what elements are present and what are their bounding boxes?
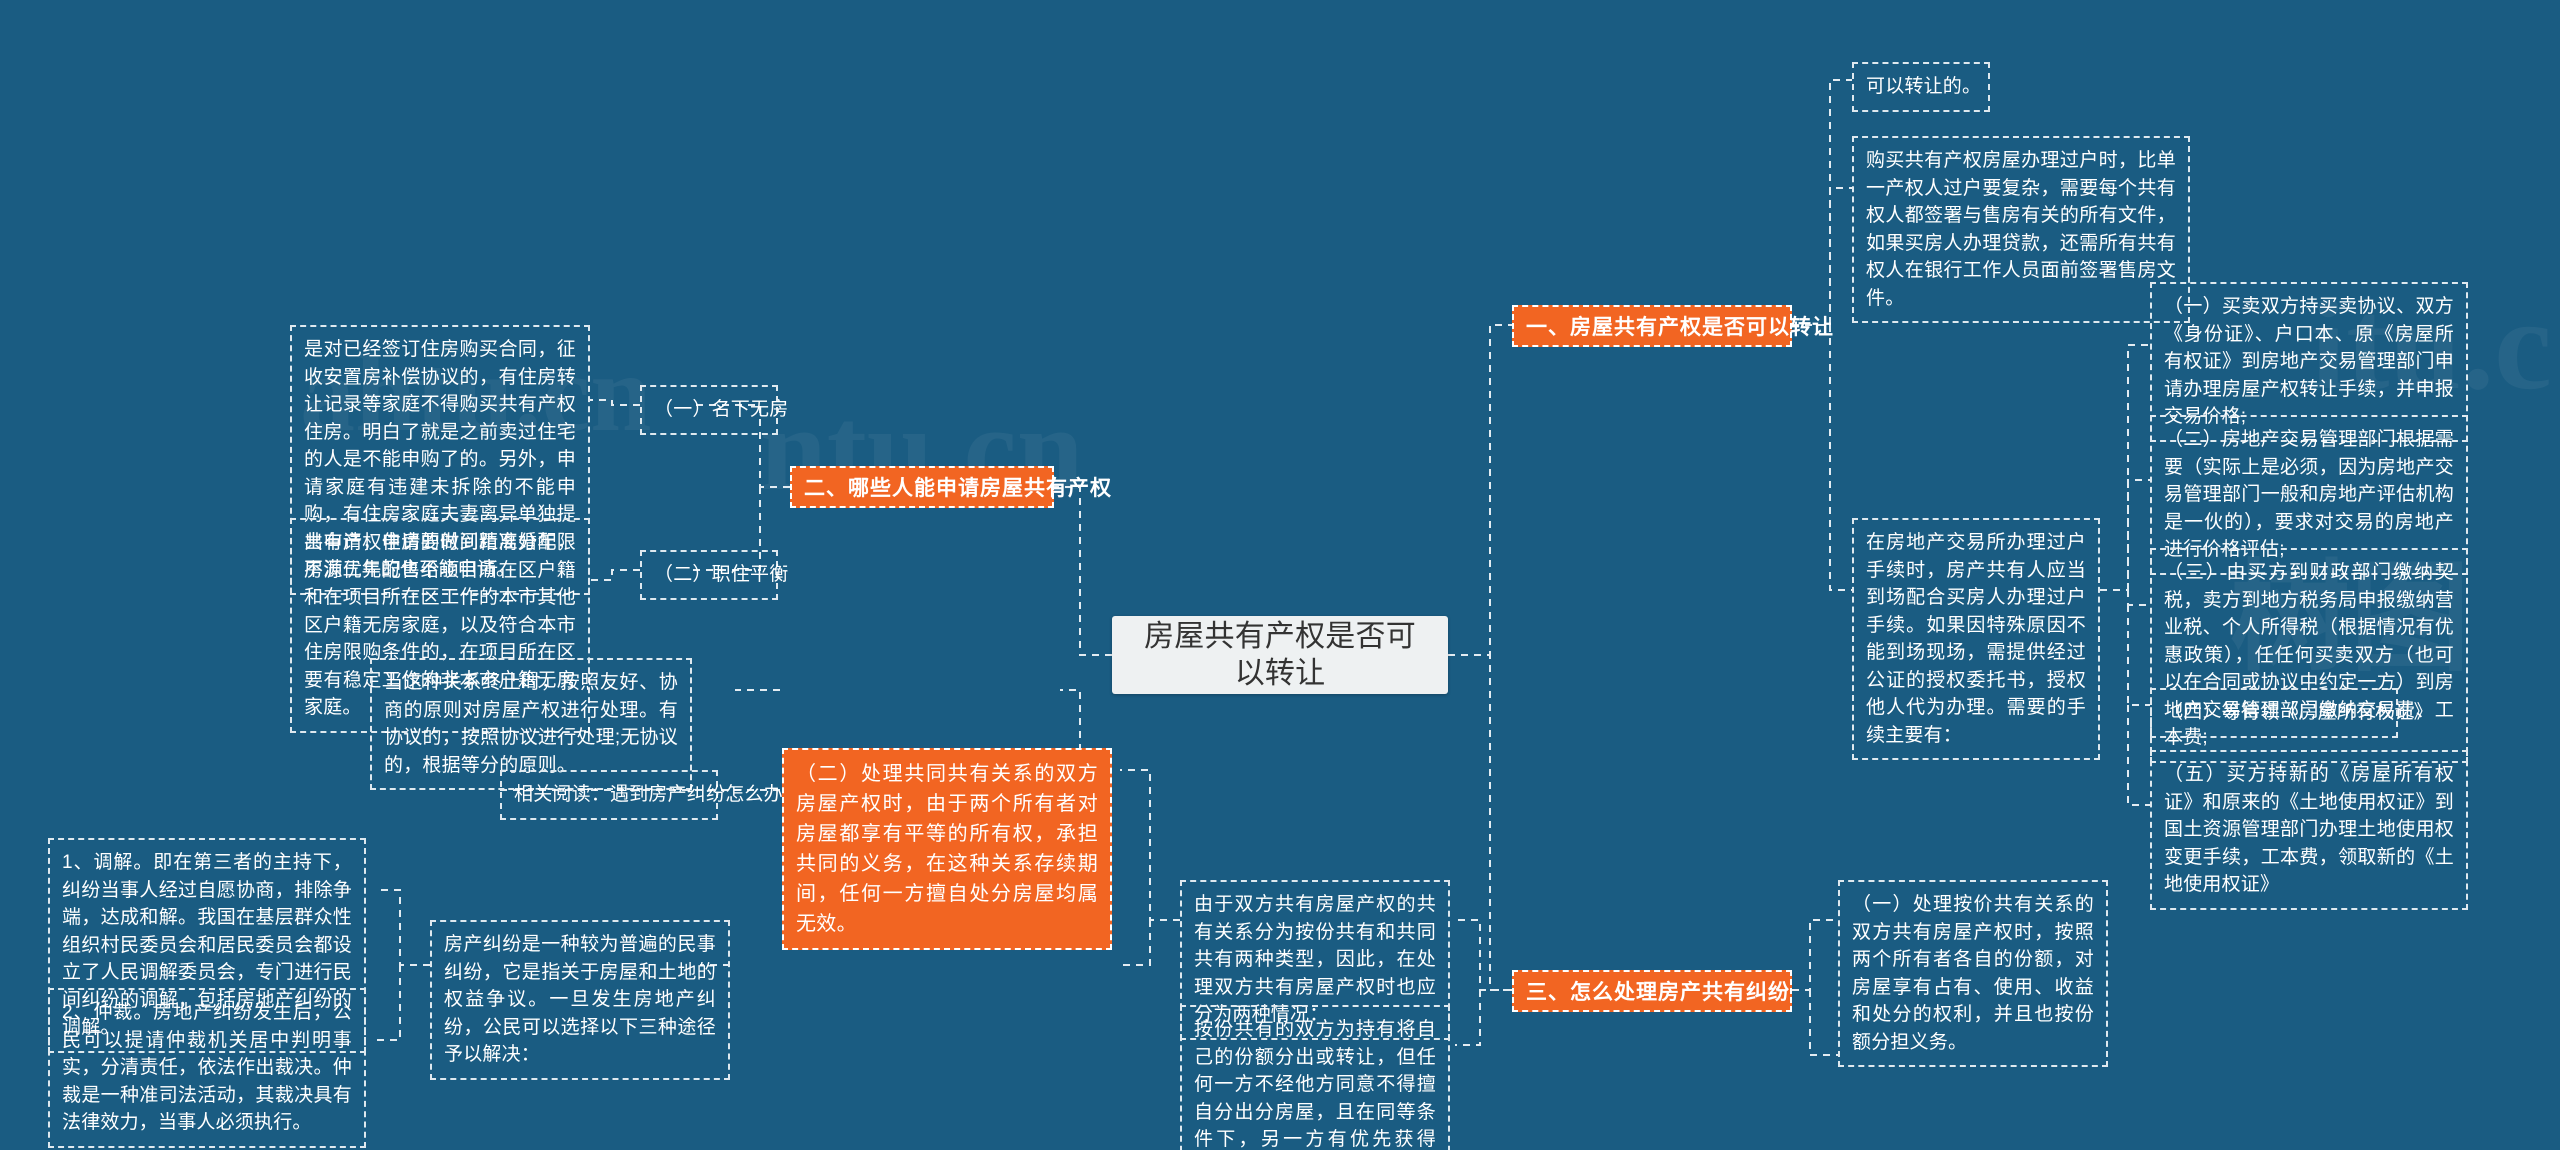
mindmap-canvas: ahtu.cn ntu.cn 树图 itu.c 房屋共有产权是否可以转让 一、房… <box>0 0 2560 1150</box>
node-b3-dispute-intro[interactable]: 房产纠纷是一种较为普遍的民事纠纷，它是指关于房屋和土地的权益争议。一旦发生房地产… <box>430 920 730 1080</box>
branch-heading-1[interactable]: 一、房屋共有产权是否可以转让 <box>1512 305 1833 347</box>
node-b1-answer[interactable]: 可以转让的。 <box>1852 62 1990 112</box>
node-b3-way-2[interactable]: 2、仲裁。房地产纠纷发生后，公民可以提请仲裁机关居中判明事实，分清责任，依法作出… <box>48 988 366 1148</box>
branch-heading-3[interactable]: 三、怎么处理房产共有纠纷 <box>1512 970 1792 1012</box>
node-b3-case-1[interactable]: （一）处理按价共有关系的双方共有房屋产权时，按照两个所有者各自的份额，对房屋享有… <box>1838 880 2108 1068</box>
node-b3-orange-case[interactable]: （二）处理共同共有关系的双方房屋产权时，由于两个所有者对房屋都享有平等的所有权，… <box>782 748 1112 950</box>
branch-heading-2[interactable]: 二、哪些人能申请房屋共有产权 <box>790 466 1111 508</box>
center-node[interactable]: 房屋共有产权是否可以转让 <box>1112 616 1448 694</box>
node-b1-step-5[interactable]: （五）买方持新的《房屋所有权证》和原来的《土地使用权证》到国土资源管理部门办理土… <box>2150 750 2468 910</box>
node-b1-step-4[interactable]: （四）等待领《房屋所有权证》 <box>2150 688 2433 738</box>
node-b3-related-read[interactable]: 相关阅读：遇到房产纠纷怎么办 <box>500 770 783 820</box>
node-b2-cond-2[interactable]: （二）职住平衡 <box>640 550 788 600</box>
node-b3-case-2[interactable]: 按份共有的双方为持有将自己的份额分出或转让，但任何一方不经他方同意不得擅自分出分… <box>1180 1005 1450 1150</box>
node-b2-cond-1[interactable]: （一）名下无房 <box>640 385 788 435</box>
node-b1-detail[interactable]: 购买共有产权房屋办理过户时，比单一产权人过户要复杂，需要每个共有权人都签署与售房… <box>1852 136 2190 324</box>
node-b1-procedure-intro[interactable]: 在房地产交易所办理过户手续时，房产共有人应当到场配合买房人办理过户手续。如果因特… <box>1852 518 2100 761</box>
